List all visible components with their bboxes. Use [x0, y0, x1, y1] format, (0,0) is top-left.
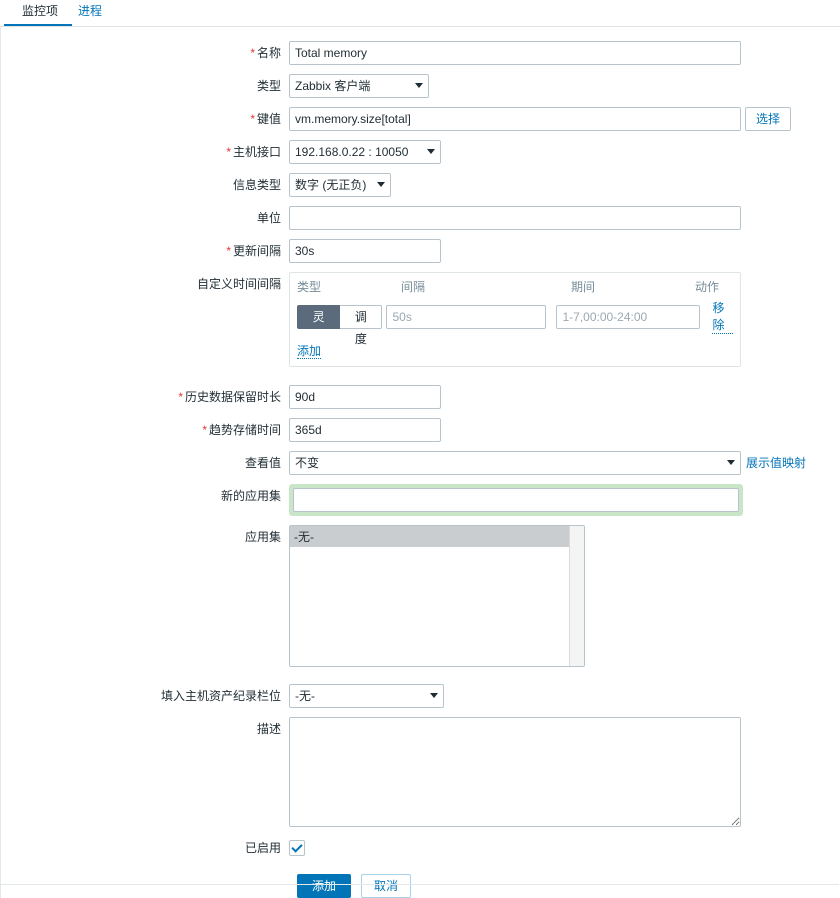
label-key: * 键值	[250, 112, 281, 126]
inventory-field-select-wrapper: -无-	[289, 684, 444, 708]
inventory-field-select[interactable]: -无-	[289, 684, 444, 708]
row-custom-intervals: 自定义时间间隔 类型 间隔 期间 动作 灵活 调度 移除	[1, 272, 839, 367]
show-value-select[interactable]: 不变	[289, 451, 741, 475]
form-bottom-divider	[1, 884, 839, 885]
row-inventory-field: 填入主机资产纪录栏位 -无-	[1, 684, 839, 708]
name-input[interactable]	[289, 41, 741, 65]
remove-interval-link[interactable]: 移除	[712, 299, 733, 334]
row-host-interface: * 主机接口 192.168.0.22 : 10050	[1, 140, 839, 164]
label-trends: * 趋势存储时间	[202, 423, 281, 437]
form-actions: 添加 取消	[1, 874, 839, 898]
label-history: * 历史数据保留时长	[178, 390, 281, 404]
update-interval-input[interactable]	[289, 239, 441, 263]
label-show-value: 查看值	[244, 456, 281, 470]
period-value-input[interactable]	[556, 304, 701, 329]
label-description: 描述	[256, 722, 281, 736]
required-marker-trends: *	[202, 423, 207, 437]
row-applications: 应用集 -无-	[1, 525, 839, 667]
label-new-application: 新的应用集	[220, 489, 281, 503]
trends-input[interactable]	[289, 418, 441, 442]
row-units: 单位	[1, 206, 839, 230]
label-update-interval: * 更新间隔	[226, 244, 281, 258]
row-name: * 名称	[1, 41, 839, 65]
row-update-interval: * 更新间隔	[1, 239, 839, 263]
label-inventory-field: 填入主机资产纪录栏位	[160, 689, 281, 703]
type-select-wrapper: Zabbix 客户端	[289, 74, 429, 98]
applications-scrollbar[interactable]	[569, 526, 584, 666]
custom-intervals-table: 类型 间隔 期间 动作 灵活 调度 移除 添加	[289, 272, 741, 367]
label-custom-intervals: 自定义时间间隔	[196, 277, 281, 291]
enabled-checkbox[interactable]	[289, 840, 305, 856]
interval-type-flexible-button[interactable]: 灵活	[297, 304, 341, 346]
host-interface-select[interactable]: 192.168.0.22 : 10050	[289, 140, 441, 164]
required-marker-history: *	[178, 390, 183, 404]
value-type-select-wrapper: 数字 (无正负)	[289, 173, 391, 197]
label-value-type: 信息类型	[232, 178, 281, 192]
required-marker-update-interval: *	[226, 244, 231, 258]
new-application-input[interactable]	[293, 488, 739, 512]
label-name: * 名称	[250, 46, 281, 60]
row-type: 类型 Zabbix 客户端	[1, 74, 839, 98]
label-applications: 应用集	[244, 530, 281, 544]
item-form: *名称 类型 Zabbix 客户端 *键值 选择 *主机接口	[0, 27, 840, 898]
applications-option[interactable]: -无-	[290, 526, 584, 547]
header-action: 动作	[695, 280, 720, 294]
description-textarea[interactable]	[289, 717, 741, 827]
cancel-button[interactable]: 取消	[361, 874, 412, 898]
new-application-highlight	[289, 484, 743, 516]
show-value-mappings-link[interactable]: 展示值映射	[746, 451, 806, 475]
required-marker-key: *	[250, 112, 255, 126]
custom-intervals-header: 类型 间隔 期间 动作	[297, 278, 733, 299]
row-new-application: 新的应用集	[1, 484, 839, 516]
host-interface-select-wrapper: 192.168.0.22 : 10050	[289, 140, 441, 164]
tab-processes[interactable]: 进程	[68, 0, 112, 23]
tab-bar: 监控项 进程	[0, 0, 840, 27]
row-enabled: 已启用	[1, 836, 839, 860]
interval-type-scheduling-button[interactable]: 调度	[340, 304, 383, 346]
header-type: 类型	[297, 280, 322, 294]
header-period: 期间	[571, 280, 596, 294]
required-marker-host-interface: *	[226, 145, 231, 159]
header-interval: 间隔	[401, 280, 426, 294]
value-type-select[interactable]: 数字 (无正负)	[289, 173, 391, 197]
label-enabled: 已启用	[244, 841, 281, 855]
tab-items[interactable]: 监控项	[12, 0, 68, 23]
custom-interval-row: 灵活 调度 移除	[297, 299, 733, 346]
row-history: * 历史数据保留时长	[1, 385, 839, 409]
key-input[interactable]	[289, 107, 741, 131]
required-marker-name: *	[250, 46, 255, 60]
show-value-select-wrapper: 不变	[289, 451, 741, 475]
key-select-button[interactable]: 选择	[745, 107, 792, 131]
units-input[interactable]	[289, 206, 741, 230]
row-trends: * 趋势存储时间	[1, 418, 839, 442]
label-host-interface: * 主机接口	[226, 145, 281, 159]
add-interval-link[interactable]: 添加	[297, 344, 322, 359]
interval-value-input[interactable]	[386, 304, 547, 329]
add-button[interactable]: 添加	[297, 874, 352, 898]
applications-listbox[interactable]: -无-	[289, 525, 585, 667]
row-key: *键值 选择	[1, 107, 839, 131]
row-show-value: 查看值 不变 展示值映射	[1, 451, 839, 475]
row-value-type: 信息类型 数字 (无正负)	[1, 173, 839, 197]
history-input[interactable]	[289, 385, 441, 409]
label-type: 类型	[256, 79, 281, 93]
type-select[interactable]: Zabbix 客户端	[289, 74, 429, 98]
label-units: 单位	[256, 211, 281, 225]
row-description: 描述	[1, 717, 839, 827]
interval-type-toggle: 灵活 调度	[297, 304, 383, 346]
